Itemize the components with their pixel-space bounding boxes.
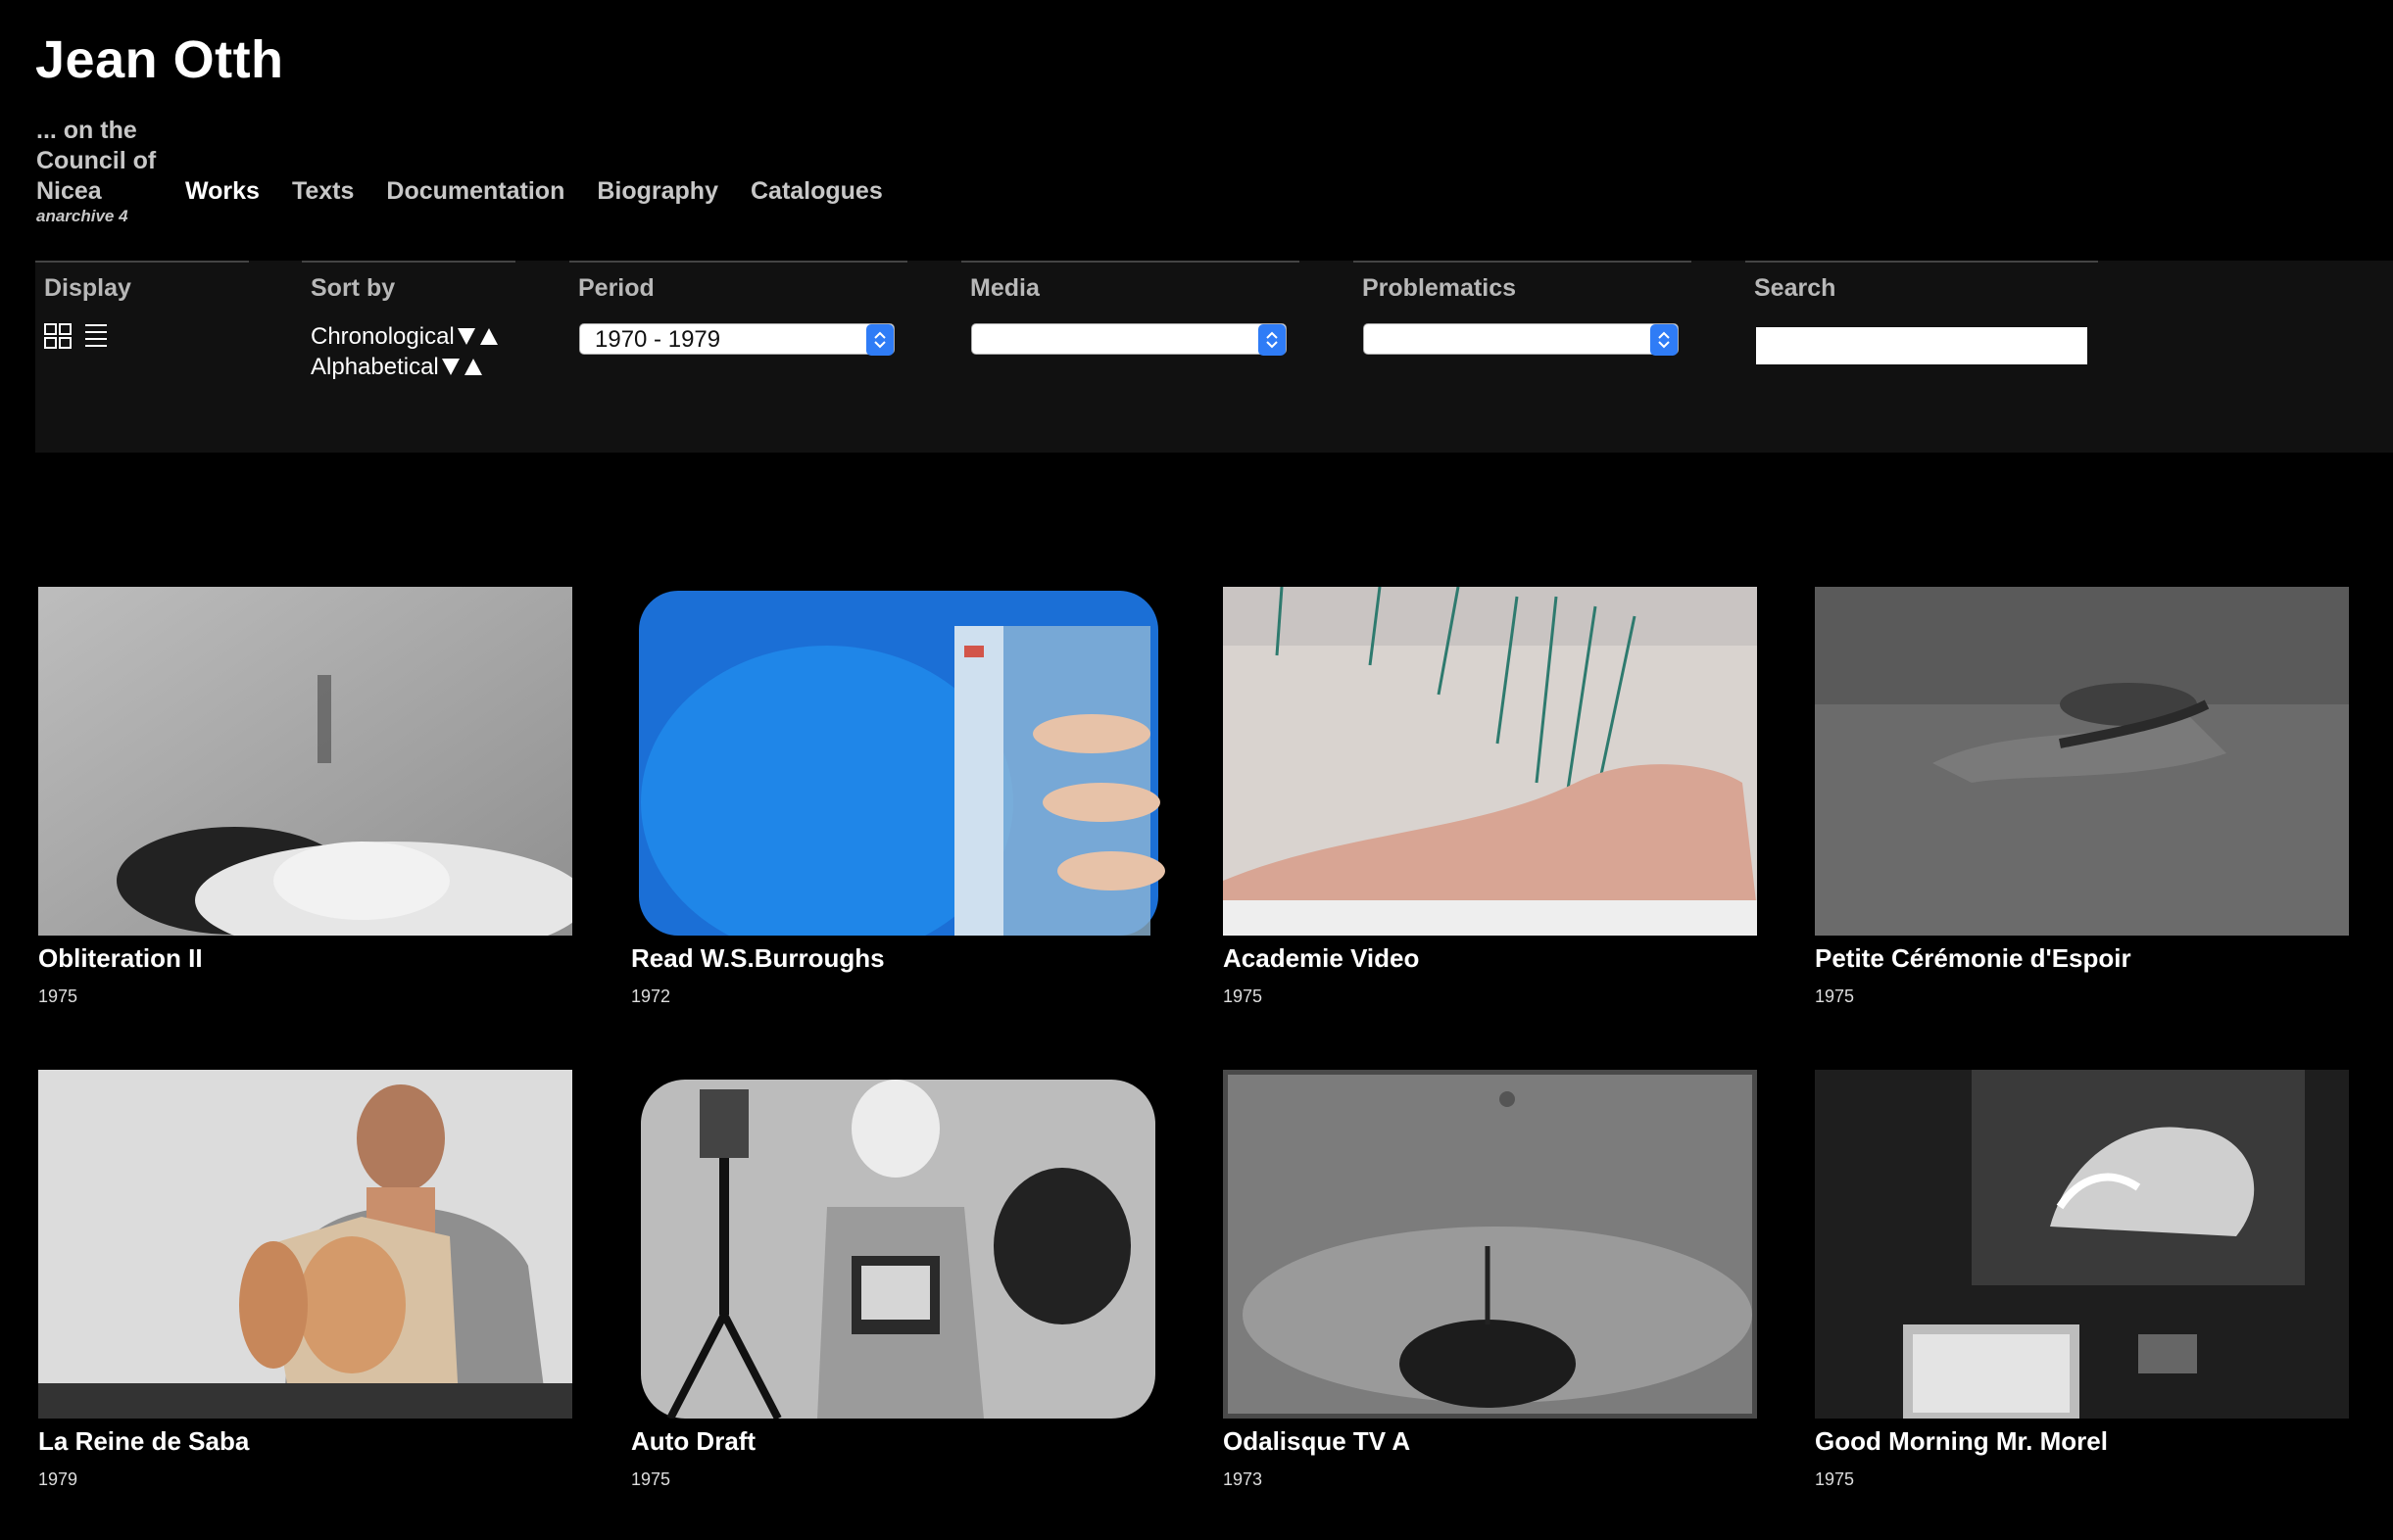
search-input[interactable] <box>1756 327 2087 364</box>
work-title[interactable]: Auto Draft <box>631 1426 1165 1457</box>
period-select-value: 1970 - 1979 <box>595 326 721 353</box>
chevron-updown-icon <box>1650 324 1678 356</box>
problematics-select[interactable] <box>1363 323 1679 356</box>
nav-works[interactable]: Works <box>185 177 260 206</box>
work-card[interactable]: Read W.S.Burroughs 1972 <box>631 587 1165 1007</box>
archive-subtitle: anarchive 4 <box>36 207 128 225</box>
work-card[interactable]: Academie Video 1975 <box>1223 587 1757 1007</box>
work-year: 1973 <box>1223 1469 1263 1489</box>
sort-chronological-label[interactable]: Chronological <box>311 321 455 352</box>
work-thumbnail[interactable] <box>1815 1070 2349 1419</box>
work-thumbnail[interactable] <box>38 587 572 936</box>
nav-texts[interactable]: Texts <box>292 177 354 206</box>
work-title[interactable]: Academie Video <box>1223 943 1757 974</box>
work-card[interactable]: Obliteration II 1975 <box>38 587 572 1007</box>
problematics-filter: Problematics <box>1353 261 1691 356</box>
work-year: 1975 <box>1815 987 1855 1006</box>
work-title[interactable]: Read W.S.Burroughs <box>631 943 1165 974</box>
media-label: Media <box>970 274 1040 302</box>
sort-alphabetical: Alphabetical <box>311 352 498 382</box>
nav-documentation[interactable]: Documentation <box>386 177 564 206</box>
work-thumbnail[interactable] <box>1815 587 2349 936</box>
nav-biography[interactable]: Biography <box>597 177 718 206</box>
work-card[interactable]: Auto Draft 1975 <box>631 1070 1165 1490</box>
period-filter: Period 1970 - 1979 <box>569 261 907 356</box>
chevron-updown-icon <box>1258 324 1286 356</box>
work-year: 1975 <box>1223 987 1263 1006</box>
sort-options: Chronological Alphabetical <box>311 321 498 382</box>
work-year: 1979 <box>38 1469 78 1489</box>
grid-icon[interactable] <box>44 323 72 349</box>
sort-label: Sort by <box>311 274 396 302</box>
sort-filter: Sort by Chronological Alphabetical <box>302 261 515 380</box>
nav-catalogues[interactable]: Catalogues <box>751 177 883 206</box>
sort-chronological: Chronological <box>311 321 498 352</box>
sort-alphabetical-label[interactable]: Alphabetical <box>311 352 439 382</box>
work-card[interactable]: La Reine de Saba 1979 <box>38 1070 572 1490</box>
work-year: 1972 <box>631 987 671 1006</box>
work-year: 1975 <box>38 987 78 1006</box>
triangle-down-icon[interactable] <box>457 328 475 345</box>
chevron-updown-icon <box>866 324 894 356</box>
main-nav: Works Texts Documentation Biography Cata… <box>185 177 883 206</box>
archive-title: ... on the Council of Nicea <box>36 117 157 205</box>
list-icon[interactable] <box>85 323 107 349</box>
period-select[interactable]: 1970 - 1979 <box>579 323 895 356</box>
view-toggle <box>44 323 107 349</box>
work-title[interactable]: La Reine de Saba <box>38 1426 572 1457</box>
work-title[interactable]: Obliteration II <box>38 943 572 974</box>
archive-link[interactable]: ... on the Council of Nicea anarchive 4 <box>36 116 173 226</box>
work-title[interactable]: Odalisque TV A <box>1223 1426 1757 1457</box>
work-thumbnail[interactable] <box>1223 1070 1757 1419</box>
work-thumbnail[interactable] <box>631 1070 1165 1419</box>
work-year: 1975 <box>1815 1469 1855 1489</box>
work-card[interactable]: Odalisque TV A 1973 <box>1223 1070 1757 1490</box>
work-year: 1975 <box>631 1469 671 1489</box>
display-filter: Display <box>35 261 249 349</box>
page: Jean Otth ... on the Council of Nicea an… <box>0 0 2393 1540</box>
period-label: Period <box>578 274 655 302</box>
work-thumbnail[interactable] <box>1223 587 1757 936</box>
filter-bar: Display Sort by Chronological Alphabetic… <box>35 261 2393 453</box>
site-title[interactable]: Jean Otth <box>35 29 284 90</box>
work-card[interactable]: Good Morning Mr. Morel 1975 <box>1815 1070 2349 1490</box>
work-title[interactable]: Petite Cérémonie d'Espoir <box>1815 943 2349 974</box>
triangle-down-icon[interactable] <box>441 359 460 375</box>
work-thumbnail[interactable] <box>38 1070 572 1419</box>
media-select[interactable] <box>971 323 1287 356</box>
work-card[interactable]: Petite Cérémonie d'Espoir 1975 <box>1815 587 2349 1007</box>
display-label: Display <box>44 274 131 302</box>
media-filter: Media <box>961 261 1299 356</box>
work-title[interactable]: Good Morning Mr. Morel <box>1815 1426 2349 1457</box>
triangle-up-icon[interactable] <box>479 328 498 345</box>
work-thumbnail[interactable] <box>631 587 1165 936</box>
search-label: Search <box>1754 274 1836 302</box>
problematics-label: Problematics <box>1362 274 1517 302</box>
search-filter: Search <box>1745 261 2098 364</box>
triangle-up-icon[interactable] <box>464 359 482 375</box>
